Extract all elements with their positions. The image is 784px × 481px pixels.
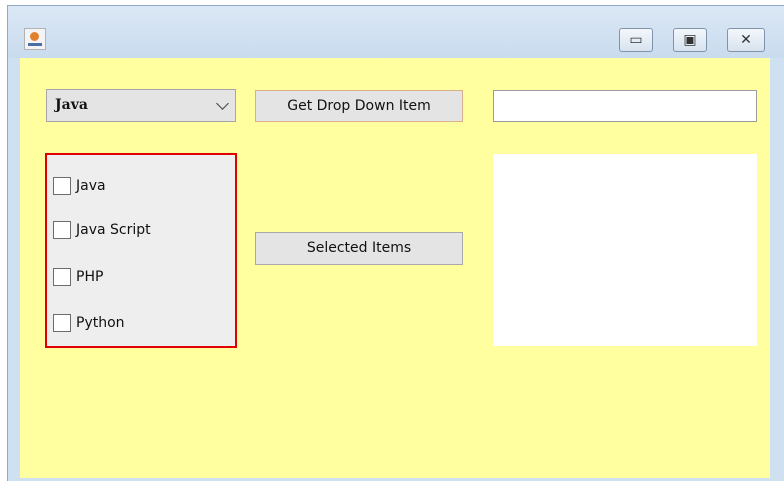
content-pane: Java Get Drop Down Item Java Java Script…	[20, 58, 770, 478]
selected-items-text-area[interactable]	[493, 154, 757, 346]
chevron-down-icon	[216, 97, 229, 110]
maximize-button[interactable]: ▣	[673, 28, 707, 52]
maximize-icon: ▣	[683, 32, 697, 48]
checkbox-label: Java Script	[76, 222, 151, 238]
checkbox-box[interactable]	[53, 177, 71, 195]
minimize-button[interactable]: ▭	[619, 28, 653, 52]
language-dropdown[interactable]: Java	[46, 89, 236, 122]
close-icon: ✕	[740, 32, 752, 48]
checkbox-label: Java	[76, 178, 106, 194]
checkbox-panel: Java Java Script PHP Python	[45, 153, 237, 348]
close-button[interactable]: ✕	[727, 28, 765, 52]
dropdown-selected-value: Java	[55, 97, 88, 113]
checkbox-label: PHP	[76, 269, 104, 285]
checkbox-box[interactable]	[53, 314, 71, 332]
selected-items-button[interactable]: Selected Items	[255, 232, 463, 265]
checkbox-box[interactable]	[53, 268, 71, 286]
java-app-icon[interactable]	[24, 28, 46, 50]
checkbox-label: Python	[76, 315, 125, 331]
checkbox-box[interactable]	[53, 221, 71, 239]
title-bar: ▭ ▣ ✕	[8, 6, 784, 58]
minimize-icon: ▭	[629, 32, 643, 48]
get-dropdown-item-button[interactable]: Get Drop Down Item	[255, 90, 463, 122]
app-window: ▭ ▣ ✕ Java Get Drop Down Item Java Java …	[7, 5, 784, 481]
result-text-field[interactable]	[493, 90, 757, 122]
